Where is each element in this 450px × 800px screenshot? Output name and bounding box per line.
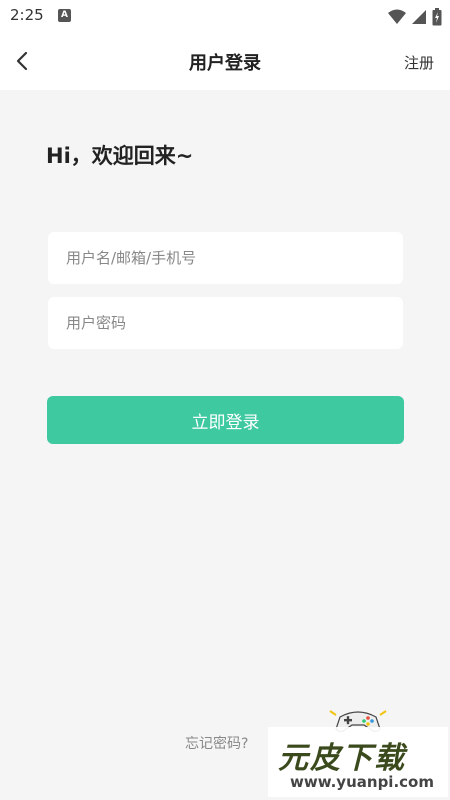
- chevron-left-icon[interactable]: [10, 48, 36, 74]
- username-input[interactable]: [48, 232, 403, 284]
- status-time: 2:25: [10, 6, 44, 24]
- watermark-logo: 元皮下载 www.yuanpi.com: [268, 705, 448, 800]
- register-link[interactable]: 注册: [404, 52, 434, 73]
- forgot-password-link[interactable]: 忘记密码?: [185, 733, 248, 753]
- username-field-container: [48, 232, 403, 284]
- status-icons: [387, 6, 442, 26]
- signal-icon: [411, 9, 426, 24]
- a-letter-icon: A: [58, 9, 71, 22]
- page-title: 用户登录: [189, 53, 261, 74]
- login-content: Hi，欢迎回来~ 立即登录 忘记密码? 元皮下载 www.yuanpi.com: [0, 90, 450, 800]
- login-button[interactable]: 立即登录: [47, 396, 404, 444]
- password-field-container: [48, 297, 403, 349]
- app-header: 用户登录 注册: [0, 32, 450, 90]
- greeting-heading: Hi，欢迎回来~: [46, 144, 194, 168]
- battery-icon: [432, 7, 442, 25]
- status-bar: 2:25 A: [0, 0, 450, 32]
- watermark-title: 元皮下载: [278, 741, 406, 776]
- watermark-url: www.yuanpi.com: [290, 773, 434, 791]
- password-input[interactable]: [48, 297, 403, 349]
- wifi-icon: [387, 9, 406, 24]
